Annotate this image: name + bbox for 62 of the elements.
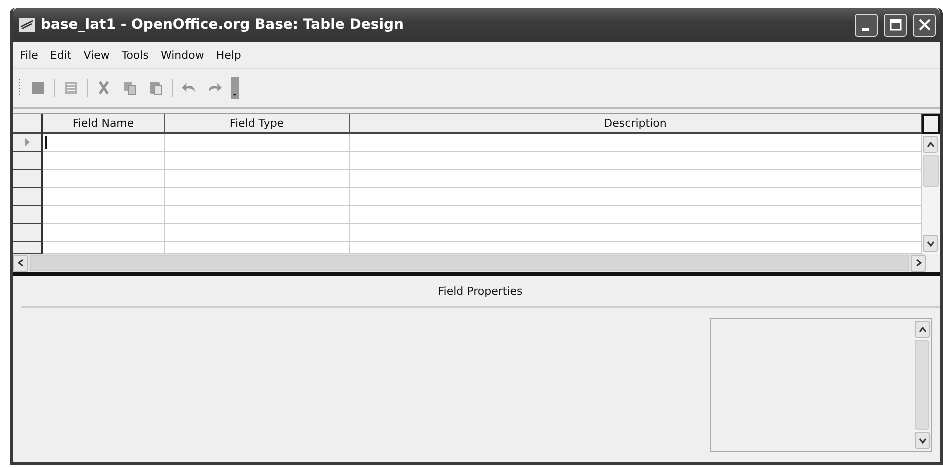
toolbar-grip-icon[interactable] (19, 78, 22, 98)
row-header[interactable] (13, 134, 43, 152)
scroll-up-button[interactable] (915, 321, 930, 338)
table-cell[interactable] (350, 188, 922, 206)
down-chevron-icon (926, 240, 934, 246)
table-cell[interactable] (350, 224, 922, 242)
window-title: base_lat1 - OpenOffice.org Base: Table Design (41, 17, 406, 33)
menu-item[interactable]: View (78, 46, 115, 64)
table-cell[interactable] (43, 134, 165, 152)
up-chevron-icon (926, 142, 934, 148)
row-header[interactable] (13, 242, 43, 254)
app-icon (19, 18, 35, 32)
maximize-button[interactable] (884, 14, 907, 36)
up-chevron-icon (918, 326, 926, 332)
menu-item[interactable]: File (15, 46, 44, 64)
menu-item[interactable]: Help (211, 46, 246, 64)
table-cell[interactable] (165, 152, 350, 170)
row-header[interactable] (13, 224, 43, 242)
table-cell[interactable] (43, 170, 165, 188)
minimize-icon (862, 28, 868, 30)
right-chevron-icon (916, 259, 922, 267)
table-cell[interactable] (165, 224, 350, 242)
table-cell[interactable] (165, 134, 350, 152)
maximize-icon (890, 19, 902, 31)
row-header[interactable] (13, 170, 43, 188)
table-cell[interactable] (43, 224, 165, 242)
vertical-scrollbar-thumb[interactable] (923, 155, 939, 187)
row-header[interactable] (13, 206, 43, 224)
row-header[interactable] (13, 188, 43, 206)
scroll-left-button[interactable] (13, 254, 28, 272)
column-header[interactable]: Description (350, 114, 922, 134)
section-title: Field Properties (438, 284, 523, 298)
scroll-down-button[interactable] (923, 235, 938, 252)
menu-item[interactable]: Tools (116, 46, 154, 64)
scroll-up-button[interactable] (923, 136, 938, 153)
corner-header[interactable] (13, 114, 43, 134)
minimize-button[interactable] (855, 14, 878, 36)
close-button[interactable] (913, 14, 936, 36)
table-cell[interactable] (165, 188, 350, 206)
table-cell[interactable] (350, 152, 922, 170)
column-header[interactable]: Field Name (43, 114, 165, 134)
table-cell[interactable] (43, 206, 165, 224)
table-cell[interactable] (350, 206, 922, 224)
column-header[interactable]: Field Type (165, 114, 350, 134)
scroll-down-button[interactable] (915, 432, 930, 449)
down-chevron-icon (918, 438, 926, 444)
current-row-icon (24, 137, 30, 148)
text-cursor (45, 136, 47, 149)
close-icon (918, 19, 930, 31)
table-cell[interactable] (350, 170, 922, 188)
horizontal-scrollbar-thumb[interactable] (30, 255, 909, 271)
table-cell[interactable] (43, 188, 165, 206)
row-header[interactable] (13, 152, 43, 170)
scroll-right-button[interactable] (911, 254, 926, 272)
table-cell[interactable] (43, 152, 165, 170)
table-cell[interactable] (350, 134, 922, 152)
left-chevron-icon (18, 259, 24, 267)
table-cell[interactable] (165, 170, 350, 188)
menu-item[interactable]: Edit (45, 46, 77, 64)
menu-item[interactable]: Window (156, 46, 210, 64)
vertical-scrollbar-thumb[interactable] (915, 340, 929, 430)
table-cell[interactable] (165, 206, 350, 224)
